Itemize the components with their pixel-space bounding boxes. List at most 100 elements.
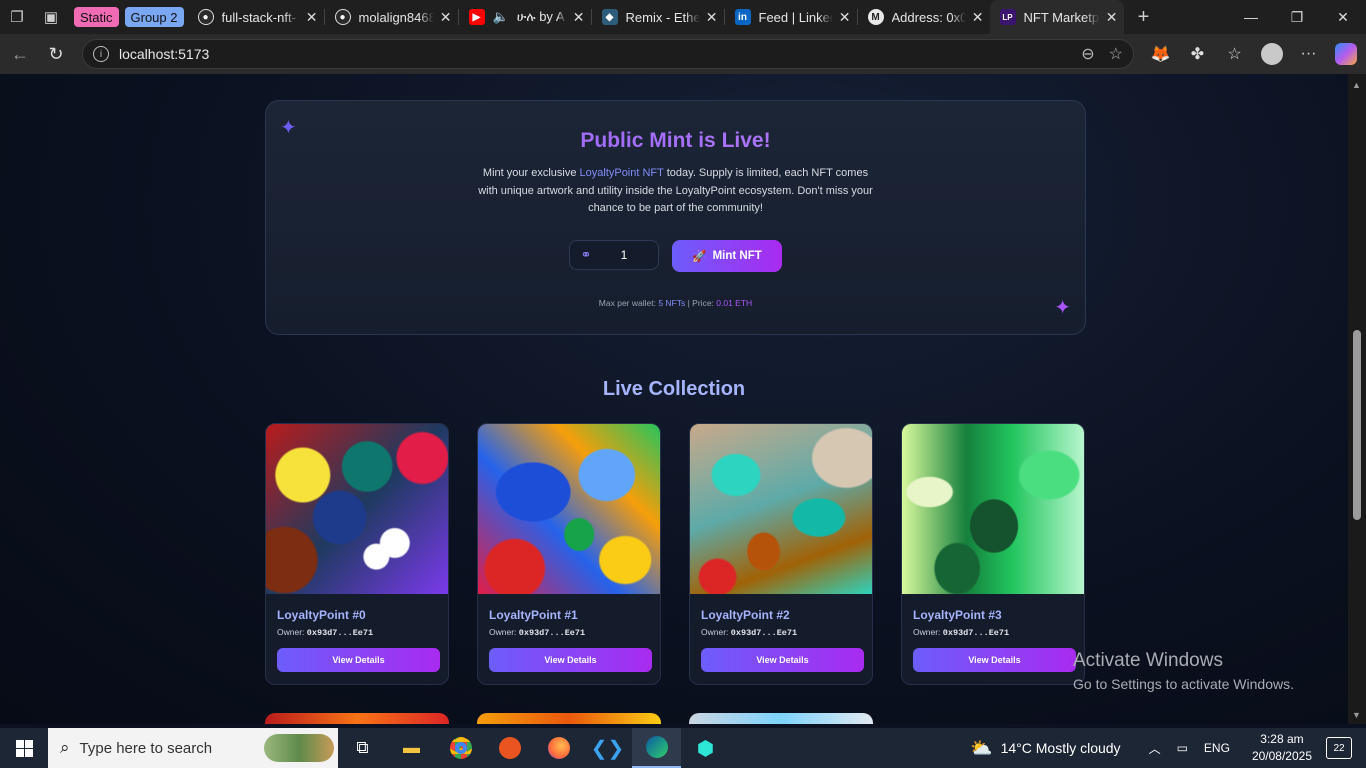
mint-info-text: | Price: bbox=[685, 297, 717, 308]
tab-group-static[interactable]: Static bbox=[74, 7, 119, 27]
nft-name: LoyaltyPoint #0 bbox=[277, 608, 366, 622]
browser-tab[interactable]: in Feed | LinkedI ✕ bbox=[725, 0, 857, 34]
nft-card-peek[interactable] bbox=[265, 713, 449, 724]
owner-label: Owner: bbox=[277, 627, 305, 637]
ubuntu-icon[interactable] bbox=[485, 728, 534, 768]
browser-toolbar: ← ↻ i localhost:5173 ⊖ ☆ 🦊 ✤ ☆ ··· bbox=[0, 34, 1366, 74]
close-tab-icon[interactable]: ✕ bbox=[839, 9, 851, 26]
scroll-up-icon[interactable]: ▲ bbox=[1352, 80, 1361, 90]
extensions-icon[interactable]: ✤ bbox=[1179, 36, 1216, 72]
quantity-input[interactable] bbox=[594, 247, 654, 262]
close-tab-icon[interactable]: ✕ bbox=[972, 9, 984, 26]
network-icon[interactable]: ▭ bbox=[1177, 741, 1188, 755]
vscode-icon[interactable]: ❮❯ bbox=[583, 728, 632, 768]
collection-title: Live Collection bbox=[602, 378, 746, 400]
show-hidden-icons-icon[interactable]: ︿ bbox=[1149, 740, 1161, 757]
profile-avatar-icon[interactable] bbox=[1253, 36, 1290, 72]
notification-center-icon[interactable]: 22 bbox=[1326, 737, 1352, 759]
site-info-icon[interactable]: i bbox=[93, 46, 109, 62]
mint-info: Max per wallet: 5 NFTs | Price: 0.01 ETH bbox=[266, 298, 1085, 308]
github-icon: ● bbox=[197, 9, 214, 25]
page-content: ✦ ✦ Public Mint is Live! Mint your exclu… bbox=[0, 74, 1348, 724]
view-details-button[interactable]: View Details bbox=[489, 648, 652, 672]
close-tab-icon[interactable]: ✕ bbox=[706, 9, 718, 26]
file-explorer-icon[interactable]: ▬ bbox=[387, 728, 436, 768]
remix-icon: ◆ bbox=[601, 9, 618, 25]
speaker-icon[interactable]: 🔈 bbox=[493, 9, 509, 25]
clock[interactable]: 3:28 am 20/08/2025 bbox=[1252, 731, 1312, 765]
address-bar-actions: ⊖ ☆ bbox=[1081, 44, 1123, 64]
new-tab-icon[interactable]: + bbox=[1124, 0, 1164, 34]
sparkle-icon: ✦ bbox=[280, 117, 297, 139]
tab-actions-icon[interactable]: ▣ bbox=[34, 0, 68, 34]
browser-tab[interactable]: ● full-stack-nft- ✕ bbox=[188, 0, 324, 34]
notification-count: 22 bbox=[1333, 742, 1345, 754]
toolbar-right: 🦊 ✤ ☆ ··· bbox=[1142, 36, 1364, 72]
metamask-extension-icon[interactable]: 🦊 bbox=[1142, 36, 1179, 72]
window-controls: — ❐ ✕ bbox=[1228, 0, 1366, 34]
scrollbar-thumb[interactable] bbox=[1353, 330, 1361, 520]
nft-card: LoyaltyPoint #1 Owner: 0x93d7...Ee71 Vie… bbox=[477, 423, 661, 685]
refresh-icon[interactable]: ↻ bbox=[38, 36, 74, 72]
chrome-icon[interactable] bbox=[436, 728, 485, 768]
workspaces-icon[interactable]: ❐ bbox=[0, 0, 34, 34]
max-per-wallet-value: 5 NFTs bbox=[658, 297, 686, 308]
weather-widget[interactable]: ⛅ 14°C Mostly cloudy bbox=[970, 738, 1120, 759]
nft-owner: Owner: 0x93d7...Ee71 bbox=[277, 627, 448, 638]
address-bar[interactable]: i localhost:5173 ⊖ ☆ bbox=[82, 39, 1134, 69]
close-tab-icon[interactable]: ✕ bbox=[573, 9, 585, 26]
price-value: 0.01 ETH bbox=[716, 297, 753, 308]
browser-tab[interactable]: ▶ 🔈 ሁሉ by A ✕ bbox=[459, 0, 591, 34]
cloudy-weather-icon: ⛅ bbox=[970, 737, 993, 758]
tab-title: Remix - Ether bbox=[625, 9, 700, 25]
browser-tab[interactable]: ● molalign8468 ✕ bbox=[325, 0, 458, 34]
more-menu-icon[interactable]: ··· bbox=[1290, 36, 1327, 72]
browser-tab[interactable]: M Address: 0x01 ✕ bbox=[858, 0, 990, 34]
scroll-down-icon[interactable]: ▼ bbox=[1352, 710, 1361, 720]
close-tab-icon[interactable]: ✕ bbox=[306, 9, 318, 26]
nft-artwork[interactable] bbox=[478, 424, 660, 594]
mint-controls: ⚭ 🚀 Mint NFT bbox=[266, 239, 1085, 272]
nft-owner: Owner: 0x93d7...Ee71 bbox=[701, 627, 872, 638]
tab-title: molalign8468 bbox=[358, 9, 434, 25]
zoom-icon[interactable]: ⊖ bbox=[1081, 44, 1094, 64]
nft-artwork[interactable] bbox=[690, 424, 872, 594]
back-icon[interactable]: ← bbox=[2, 36, 38, 72]
language-indicator[interactable]: ENG bbox=[1204, 741, 1230, 755]
edge-icon[interactable] bbox=[632, 728, 681, 768]
nft-card: LoyaltyPoint #3 Owner: 0x93d7...Ee71 Vie… bbox=[901, 423, 1085, 685]
browser-tab-active[interactable]: LP NFT Marketpl ✕ bbox=[989, 0, 1124, 34]
view-details-button[interactable]: View Details bbox=[701, 648, 864, 672]
firefox-icon[interactable] bbox=[534, 728, 583, 768]
owner-label: Owner: bbox=[701, 627, 729, 637]
view-details-button[interactable]: View Details bbox=[277, 648, 440, 672]
view-details-button[interactable]: View Details bbox=[913, 648, 1076, 672]
nft-artwork[interactable] bbox=[266, 424, 448, 594]
nft-artwork[interactable] bbox=[902, 424, 1084, 594]
copilot-icon[interactable] bbox=[1327, 36, 1364, 72]
browser-tab[interactable]: ◆ Remix - Ether ✕ bbox=[592, 0, 724, 34]
linkedin-icon: in bbox=[734, 9, 751, 25]
close-tab-icon[interactable]: ✕ bbox=[440, 9, 452, 26]
favorite-star-icon[interactable]: ☆ bbox=[1109, 44, 1123, 64]
nft-card-peek[interactable] bbox=[477, 713, 661, 724]
close-tab-icon[interactable]: ✕ bbox=[1106, 9, 1118, 26]
page-scrollbar[interactable]: ▲ ▼ bbox=[1348, 74, 1366, 724]
windows-start-icon[interactable] bbox=[0, 728, 48, 768]
quantity-field[interactable]: ⚭ bbox=[569, 239, 659, 270]
close-window-icon[interactable]: ✕ bbox=[1320, 0, 1366, 34]
favorites-icon[interactable]: ☆ bbox=[1216, 36, 1253, 72]
nft-card-peek[interactable] bbox=[689, 713, 873, 724]
mint-nft-button[interactable]: 🚀 Mint NFT bbox=[672, 239, 782, 272]
tab-group-2[interactable]: Group 2 bbox=[124, 7, 184, 27]
cube-app-icon[interactable]: ⬢ bbox=[681, 728, 730, 768]
taskbar-search-box[interactable]: ⌕ Type here to search bbox=[48, 728, 338, 768]
mint-title: Public Mint is Live! bbox=[266, 129, 1085, 153]
nft-card: LoyaltyPoint #2 Owner: 0x93d7...Ee71 Vie… bbox=[689, 423, 873, 685]
sparkle-icon: ✦ bbox=[1054, 297, 1071, 319]
task-view-icon[interactable]: ⧉ bbox=[338, 728, 387, 768]
nft-name: LoyaltyPoint #3 bbox=[913, 608, 1002, 622]
minimize-icon[interactable]: — bbox=[1228, 0, 1274, 34]
search-placeholder: Type here to search bbox=[79, 739, 213, 757]
restore-icon[interactable]: ❐ bbox=[1274, 0, 1320, 34]
